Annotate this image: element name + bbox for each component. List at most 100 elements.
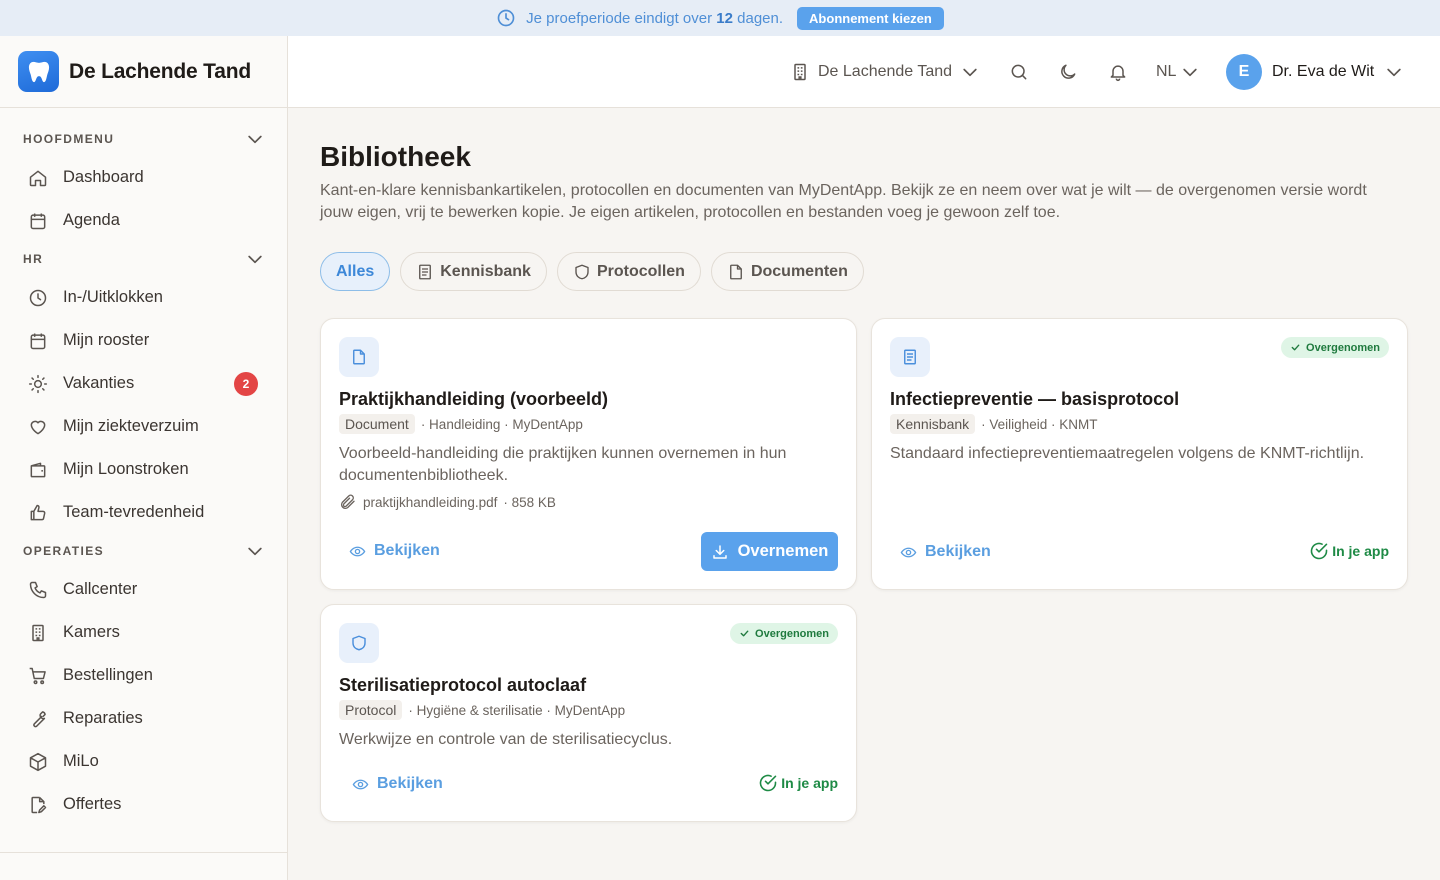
box-icon <box>29 752 47 771</box>
search-icon <box>1011 64 1027 80</box>
card-title: Sterilisatieprotocol autoclaaf <box>339 675 587 695</box>
calendar-icon <box>30 333 46 349</box>
bell-icon <box>1110 65 1126 82</box>
user-menu[interactable]: E Dr. Eva de Wit <box>1226 36 1404 108</box>
clock-icon <box>497 9 515 27</box>
wallet-icon <box>30 462 46 477</box>
eye-icon <box>349 546 366 556</box>
sidebar-footer <box>0 852 287 880</box>
home-icon <box>29 170 47 186</box>
sidebar-item-milo[interactable]: MiLo <box>0 740 287 783</box>
view-button[interactable]: Bekijken <box>352 775 443 793</box>
section-hr[interactable]: HR <box>0 242 287 276</box>
card-description: Werkwijze en controle van de sterilisati… <box>339 731 673 748</box>
file-icon <box>730 264 742 279</box>
adopted-badge: Overgenomen <box>1281 337 1389 358</box>
eye-icon <box>900 547 917 557</box>
type-tag: Document <box>339 414 415 434</box>
check-circle-icon <box>759 774 777 792</box>
dark-mode-toggle[interactable] <box>1058 36 1078 108</box>
filter-documenten[interactable]: Documenten <box>710 252 864 291</box>
file-icon <box>353 349 365 365</box>
sidebar-item-in-uitklokken[interactable]: In-/Uitklokken <box>0 276 287 319</box>
check-icon <box>740 630 749 637</box>
clock-icon <box>29 289 47 306</box>
sidebar-item-callcenter[interactable]: Callcenter <box>0 568 287 611</box>
shield-icon <box>575 264 589 279</box>
book-icon <box>419 264 432 279</box>
sidebar-item-dashboard[interactable]: Dashboard <box>0 156 287 199</box>
check-circle-icon <box>1310 542 1328 560</box>
file-edit-icon <box>31 796 47 813</box>
chevron-down-icon <box>248 255 262 264</box>
shield-icon <box>352 635 366 651</box>
sidebar-nav: HOOFDMENU Dashboard Agenda HR In-/Uitklo… <box>0 108 287 826</box>
choose-subscription-button[interactable]: Abonnement kiezen <box>797 6 944 30</box>
card-meta: Protocol · Hygiëne & sterilisatie · MyDe… <box>339 700 625 720</box>
brand[interactable]: De Lachende Tand <box>0 36 287 108</box>
trial-text: Je proefperiode eindigt over 12 dagen. <box>526 9 784 27</box>
paperclip-icon <box>341 494 355 509</box>
notifications-button[interactable] <box>1108 36 1128 108</box>
file-name: praktijkhandleiding.pdf <box>363 494 498 510</box>
filter-kennisbank[interactable]: Kennisbank <box>400 252 547 291</box>
attachment[interactable]: praktijkhandleiding.pdf · 858 KB <box>339 493 556 511</box>
avatar: E <box>1226 54 1262 90</box>
sidebar-item-reparaties[interactable]: Reparaties <box>0 697 287 740</box>
filter-all[interactable]: Alles <box>320 252 391 291</box>
sidebar-item-kamers[interactable]: Kamers <box>0 611 287 654</box>
practice-switcher[interactable]: De Lachende Tand <box>790 36 980 108</box>
eye-icon <box>352 779 369 789</box>
in-app-status: In je app <box>758 773 838 793</box>
building-icon <box>794 63 806 81</box>
sidebar-item-agenda[interactable]: Agenda <box>0 199 287 242</box>
chevron-down-icon <box>963 68 977 77</box>
wrench-icon <box>33 710 46 727</box>
view-button[interactable]: Bekijken <box>900 543 991 561</box>
filter-protocollen[interactable]: Protocollen <box>556 252 701 291</box>
card-description: Voorbeeld-handleiding die praktijken kun… <box>339 445 787 484</box>
protocol-type-icon <box>339 623 379 663</box>
sidebar-item-offertes[interactable]: Offertes <box>0 783 287 826</box>
section-operaties[interactable]: OPERATIES <box>0 534 287 568</box>
language-switcher[interactable]: NL <box>1156 36 1200 108</box>
view-button[interactable]: Bekijken <box>349 542 440 560</box>
language-label: NL <box>1156 63 1177 80</box>
chevron-down-icon <box>248 547 262 556</box>
sidebar-item-mijn-loonstroken[interactable]: Mijn Loonstroken <box>0 448 287 491</box>
sidebar-item-mijn-ziekteverzuim[interactable]: Mijn ziekteverzuim <box>0 405 287 448</box>
sidebar-item-mijn-rooster[interactable]: Mijn rooster <box>0 319 287 362</box>
type-tag: Protocol <box>339 700 403 720</box>
sidebar-item-vakanties[interactable]: Vakanties 2 <box>0 362 287 405</box>
practice-name: De Lachende Tand <box>818 63 953 80</box>
sun-icon <box>28 374 48 393</box>
card-description: Standaard infectiepreventiemaatregelen v… <box>890 445 1365 462</box>
cart-icon <box>29 667 46 684</box>
vakanties-count-badge: 2 <box>234 372 258 396</box>
card-title: Praktijkhandleiding (voorbeeld) <box>339 389 609 409</box>
moon-icon <box>1061 64 1076 79</box>
check-icon <box>1291 344 1300 351</box>
chevron-down-icon <box>1387 68 1401 77</box>
in-app-status: In je app <box>1309 541 1389 561</box>
library-card: Overgenomen Sterilisatieprotocol autocla… <box>320 604 857 822</box>
user-name: Dr. Eva de Wit <box>1272 63 1375 80</box>
heart-icon <box>30 420 46 434</box>
sidebar-item-team-tevredenheid[interactable]: Team-tevredenheid <box>0 491 287 534</box>
card-meta: Document · Handleiding · MyDentApp <box>339 414 583 434</box>
tooth-logo-icon <box>18 51 59 92</box>
adopt-button[interactable]: Overnemen <box>701 532 838 571</box>
kennisbank-type-icon <box>890 337 930 377</box>
thumbs-up-icon <box>30 504 46 520</box>
book-icon <box>904 349 916 365</box>
file-size: · 858 KB <box>503 494 556 510</box>
section-hoofdmenu[interactable]: HOOFDMENU <box>0 122 287 156</box>
search-button[interactable] <box>1009 36 1029 108</box>
page-description: Kant-en-klare kennisbankartikelen, proto… <box>320 182 1367 221</box>
library-card: Overgenomen Infectiepreventie — basispro… <box>871 318 1408 590</box>
filter-tabs: Alles Kennisbank Protocollen Documenten <box>320 252 864 291</box>
document-type-icon <box>339 337 379 377</box>
calendar-icon <box>30 213 46 229</box>
phone-icon <box>29 581 47 598</box>
sidebar-item-bestellingen[interactable]: Bestellingen <box>0 654 287 697</box>
